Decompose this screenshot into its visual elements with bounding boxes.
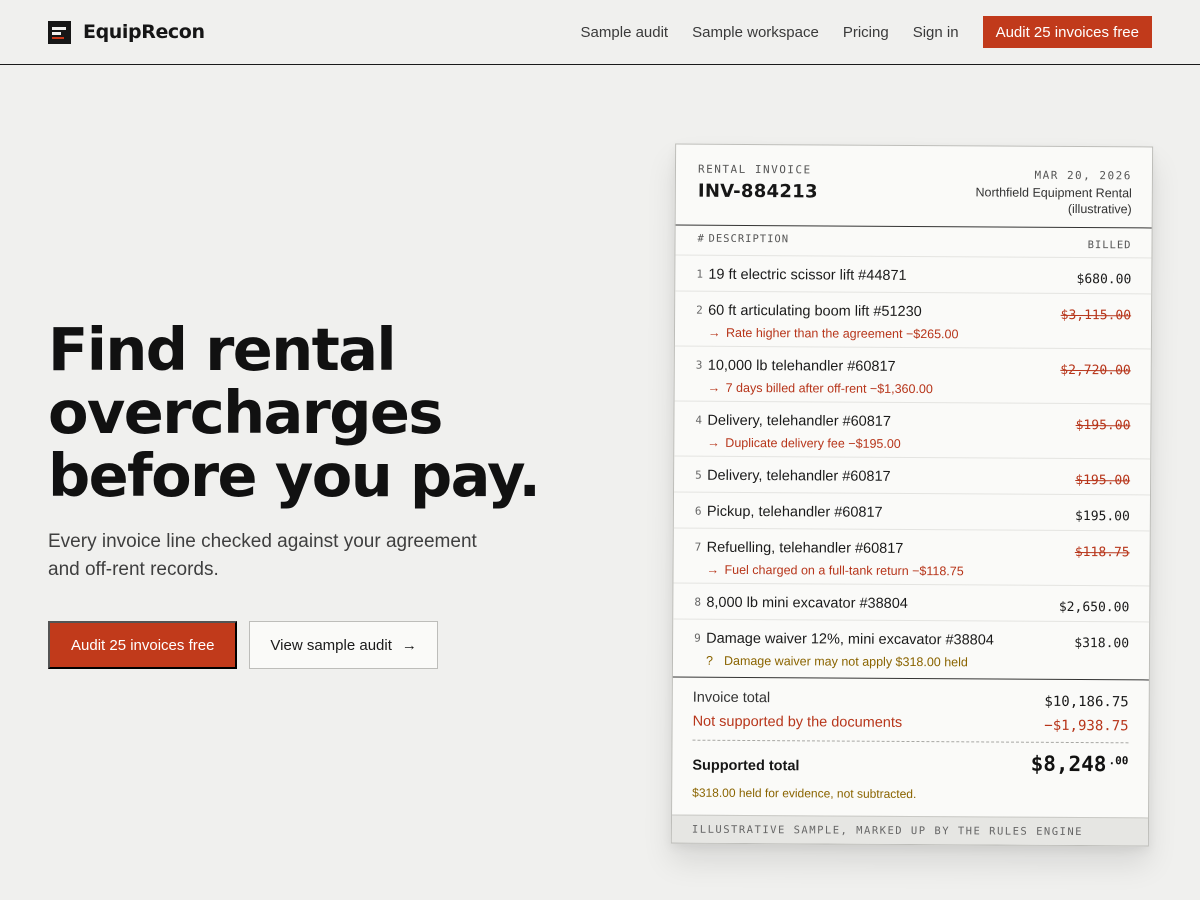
invoice-vendor: Northfield Equipment Rental (illustrativ… [975, 185, 1132, 217]
line-item-description: 8,000 lb mini excavator #38804 [706, 594, 908, 612]
line-item-num: 1 [696, 267, 704, 281]
line-item-description: Pickup, telehandler #60817 [706, 503, 883, 521]
line-item-amount: $2,650.00 [1058, 599, 1130, 616]
invoice-line-item: 8 8,000 lb mini excavator #38804 $2,650.00 [673, 582, 1150, 622]
header-cta-button[interactable]: Audit 25 invoices free [982, 16, 1152, 48]
brand-logo[interactable]: EquipRecon [48, 20, 205, 44]
line-item-flag-note: → 7 days billed after off-rent −$1,360.00 [708, 381, 933, 396]
hero-cta-row: Audit 25 invoices free View sample audit… [48, 621, 438, 669]
line-item-flag-note: → Duplicate delivery fee −$195.00 [707, 436, 901, 451]
line-item-flag-note: → Fuel charged on a full-tank return −$11… [706, 563, 963, 579]
hero-title-line: Find rental [48, 315, 397, 384]
invoice-line-item: 2 60 ft articulating boom lift #51230 $3,1… [674, 290, 1152, 349]
column-description: DESCRIPTION [708, 232, 790, 246]
hero-subtitle: Every invoice line checked against your … [48, 531, 477, 580]
line-item-num: 3 [695, 358, 703, 372]
column-billed: BILLED [1087, 239, 1132, 252]
invoice-date: MAR 20, 2026 [1034, 168, 1132, 183]
line-item-num: 9 [694, 631, 701, 645]
view-sample-audit-label: View sample audit [270, 636, 392, 654]
unsupported-value: −$1,938.75 [1044, 717, 1129, 735]
invoice-line-item: 9 Damage waiver 12%, mini excavator #3880… [672, 618, 1150, 677]
invoice-column-headers: # DESCRIPTION BILLED [675, 233, 1151, 258]
hero-title-line: before you pay. [48, 441, 541, 510]
line-item-num: 6 [694, 504, 702, 518]
supported-total-cents: .00 [1108, 754, 1129, 768]
supported-total-label: Supported total [692, 757, 800, 775]
sample-invoice-card: RENTAL INVOICE INV-884213 MAR 20, 2026 N… [670, 143, 1154, 847]
line-item-amount: $3,115.00 [1060, 307, 1132, 324]
arrow-right-icon: → [401, 636, 417, 654]
unsupported-label: Not supported by the documents [692, 713, 903, 731]
invoice-line-item: 1 19 ft electric scissor lift #44871 $680.… [675, 254, 1152, 294]
held-note: $318.00 held for evidence, not subtracte… [692, 785, 917, 802]
line-item-amount: $2,720.00 [1060, 362, 1131, 379]
invoice-footer-text: ILLUSTRATIVE SAMPLE, MARKED UP BY THE RU… [691, 823, 1084, 839]
line-item-description: 19 ft electric scissor lift #44871 [708, 266, 907, 284]
line-item-note-text: 7 days billed after off-rent −$1,360.00 [725, 380, 933, 397]
line-item-held-note: ? Damage waiver may not apply $318.00 hel… [706, 654, 968, 670]
nav-sample-workspace[interactable]: Sample workspace [692, 24, 819, 41]
audit-free-button[interactable]: Audit 25 invoices free [48, 621, 238, 669]
question-icon: ? [705, 653, 713, 668]
line-item-amount: $195.00 [1075, 472, 1131, 489]
unsupported-row: Not supported by the documents −$1,938.7… [693, 714, 1129, 735]
top-nav: Sample audit Sample workspace Pricing Si… [581, 16, 1152, 48]
hero-title: Find rental overcharges before you pay. [48, 318, 608, 507]
supported-total-value: $8,248.00 [1031, 752, 1129, 777]
line-item-num: 8 [694, 595, 702, 609]
line-item-description: 60 ft articulating boom lift #51230 [708, 302, 922, 321]
invoice-line-item: 7 Refuelling, telehandler #60817 $118.75 → F… [673, 527, 1150, 586]
invoice-line-item: 6 Pickup, telehandler #60817 $195.00 [673, 491, 1151, 531]
invoice-line-item: 4 Delivery, telehandler #60817 $195.00 → Dup… [674, 400, 1151, 459]
line-item-note-text: Damage waiver may not apply $318.00 held [723, 653, 968, 670]
supported-total-main: $8,248 [1030, 751, 1107, 777]
arrow-right-icon: → [707, 325, 721, 340]
line-item-num: 2 [696, 303, 703, 317]
hero-title-line: overcharges [48, 378, 443, 447]
line-item-description: Delivery, telehandler #60817 [707, 412, 892, 430]
line-item-num: 7 [694, 540, 702, 554]
invoice-totals: Invoice total $10,186.75 Not supported b… [672, 676, 1149, 818]
line-item-num: 5 [695, 468, 702, 482]
line-item-amount: $680.00 [1076, 272, 1132, 288]
line-item-description: Delivery, telehandler #60817 [707, 467, 891, 485]
logo-mark-icon [48, 20, 71, 44]
line-item-flag-note: → Rate higher than the agreement −$265.00 [708, 326, 959, 342]
invoice-total-value: $10,186.75 [1044, 693, 1129, 711]
line-item-num: 4 [695, 413, 703, 427]
invoice-line-item: 5 Delivery, telehandler #60817 $195.00 [674, 455, 1151, 495]
line-item-amount: $195.00 [1075, 417, 1131, 434]
invoice-kicker: RENTAL INVOICE [697, 162, 812, 177]
arrow-right-icon: → [707, 435, 720, 450]
invoice-footer: ILLUSTRATIVE SAMPLE, MARKED UP BY THE RU… [671, 814, 1149, 846]
site-header: EquipRecon Sample audit Sample workspace… [0, 0, 1200, 65]
invoice-line-item: 3 10,000 lb telehandler #60817 $2,720.00 → 7… [674, 345, 1151, 404]
brand-name: EquipRecon [83, 21, 205, 43]
line-item-amount: $318.00 [1074, 635, 1130, 652]
invoice-number: INV-884213 [697, 180, 818, 203]
line-item-description: 10,000 lb telehandler #60817 [707, 357, 896, 375]
line-item-description: Refuelling, telehandler #60817 [706, 539, 904, 557]
totals-divider [692, 739, 1129, 744]
nav-pricing[interactable]: Pricing [843, 24, 889, 41]
arrow-right-icon: → [707, 380, 721, 395]
invoice-total-label: Invoice total [692, 689, 771, 707]
view-sample-audit-button[interactable]: View sample audit → [249, 621, 438, 669]
arrow-right-icon: → [706, 562, 720, 577]
line-item-description: Damage waiver 12%, mini excavator #38804 [706, 630, 994, 649]
nav-sample-audit[interactable]: Sample audit [581, 24, 669, 41]
invoice-total-row: Invoice total $10,186.75 [693, 690, 1129, 711]
column-num: # [697, 232, 705, 245]
nav-sign-in[interactable]: Sign in [913, 24, 959, 41]
line-item-amount: $195.00 [1075, 508, 1130, 525]
line-item-note-text: Duplicate delivery fee −$195.00 [725, 435, 901, 451]
line-item-note-text: Rate higher than the agreement −$265.00 [725, 325, 959, 342]
line-item-note-text: Fuel charged on a full-tank return −$118… [724, 562, 964, 579]
line-item-amount: $118.75 [1074, 544, 1130, 561]
invoice-header: RENTAL INVOICE INV-884213 MAR 20, 2026 N… [675, 144, 1153, 229]
